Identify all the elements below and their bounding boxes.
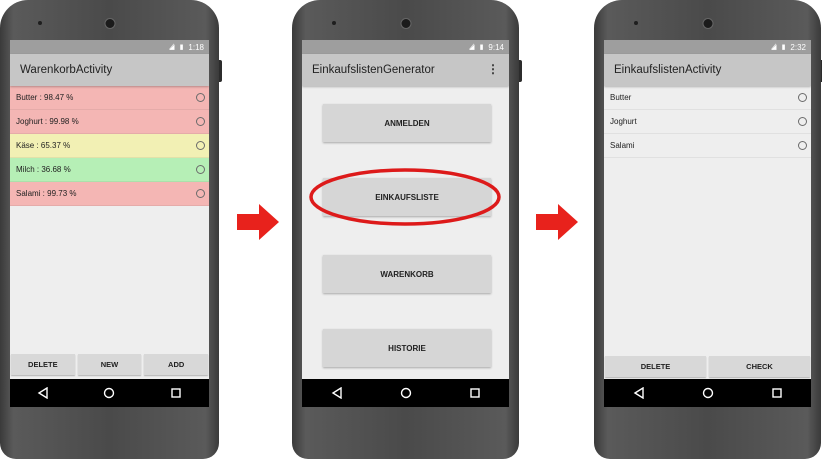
item-label: Joghurt : 99.98 % [16,117,79,126]
delete-button[interactable]: DELETE [605,356,706,377]
item-label: Käse : 65.37 % [16,141,71,150]
action-buttons: DELETE NEW ADD [10,354,209,375]
page-title: EinkaufslistenActivity [614,64,722,76]
status-time: 1:18 [188,42,204,52]
back-icon[interactable] [37,387,49,399]
app-bar: WarenkorbActivity [10,54,209,86]
home-icon[interactable] [400,387,412,399]
front-camera [400,18,411,29]
shopping-list: Butter Joghurt Salami [604,86,811,158]
phone-frame-3: ◢̸ ▮ 2:32 EinkaufslistenActivity Butter … [594,0,822,459]
list-item[interactable]: Käse : 65.37 % [10,134,209,158]
sensor [634,21,638,25]
delete-button[interactable]: DELETE [11,354,75,375]
highlight-ellipse [309,168,501,226]
action-buttons: DELETE CHECK [604,356,811,377]
list-item[interactable]: Butter [604,86,811,110]
right-arrow-icon [237,204,279,240]
list-item[interactable]: Salami [604,134,811,158]
back-icon[interactable] [331,387,343,399]
radio-button[interactable] [196,165,205,174]
signal-icon: ◢̸ [771,44,778,51]
page-title: EinkaufslistenGenerator [312,64,435,76]
recents-icon[interactable] [469,387,481,399]
recents-icon[interactable] [170,387,182,399]
screen-2: ◢̸ ▮ 9:14 EinkaufslistenGenerator ⋮ ANME… [302,40,509,407]
radio-button[interactable] [196,93,205,102]
recents-icon[interactable] [771,387,783,399]
signal-icon: ◢̸ [169,44,176,51]
battery-icon: ▮ [781,44,787,51]
status-bar: ◢̸ ▮ 2:32 [604,40,811,54]
item-label: Butter : 98.47 % [16,93,74,102]
back-icon[interactable] [633,387,645,399]
phone-frame-2: ◢̸ ▮ 9:14 EinkaufslistenGenerator ⋮ ANME… [292,0,522,459]
screen-3: ◢̸ ▮ 2:32 EinkaufslistenActivity Butter … [604,40,811,407]
radio-button[interactable] [196,189,205,198]
list-item[interactable]: Joghurt [604,110,811,134]
radio-button[interactable] [196,117,205,126]
phone-frame-1: ◢̸ ▮ 1:18 WarenkorbActivity Butter : 98.… [0,0,222,459]
radio-button[interactable] [798,93,807,102]
radio-button[interactable] [798,141,807,150]
battery-icon: ▮ [179,44,185,51]
nav-bar [10,379,209,407]
item-label: Salami [610,141,635,150]
power-button [219,60,222,82]
page-title: WarenkorbActivity [20,64,113,76]
cart-list: Butter : 98.47 % Joghurt : 99.98 % Käse … [10,86,209,206]
new-button[interactable]: NEW [77,354,142,375]
sensor [332,21,336,25]
list-item[interactable]: Joghurt : 99.98 % [10,110,209,134]
nav-bar [302,379,509,407]
item-label: Butter [610,93,632,102]
add-button[interactable]: ADD [144,354,209,375]
nav-bar [604,379,811,407]
check-button[interactable]: CHECK [709,356,810,377]
overflow-menu-icon[interactable]: ⋮ [487,63,499,75]
item-label: Salami : 99.73 % [16,189,77,198]
home-icon[interactable] [702,387,714,399]
list-item[interactable]: Salami : 99.73 % [10,182,209,206]
status-bar: ◢̸ ▮ 1:18 [10,40,209,54]
app-bar: EinkaufslistenActivity [604,54,811,86]
status-time: 2:32 [790,42,806,52]
sensor [38,21,42,25]
power-button [519,60,522,82]
list-item[interactable]: Milch : 36.68 % [10,158,209,182]
front-camera [702,18,713,29]
right-arrow-icon [536,204,578,240]
screen-1: ◢̸ ▮ 1:18 WarenkorbActivity Butter : 98.… [10,40,209,407]
list-item[interactable]: Butter : 98.47 % [10,86,209,110]
front-camera [104,18,115,29]
item-label: Joghurt [610,117,637,126]
radio-button[interactable] [196,141,205,150]
radio-button[interactable] [798,117,807,126]
home-icon[interactable] [103,387,115,399]
app-bar: EinkaufslistenGenerator ⋮ [302,54,509,86]
item-label: Milch : 36.68 % [16,165,71,174]
